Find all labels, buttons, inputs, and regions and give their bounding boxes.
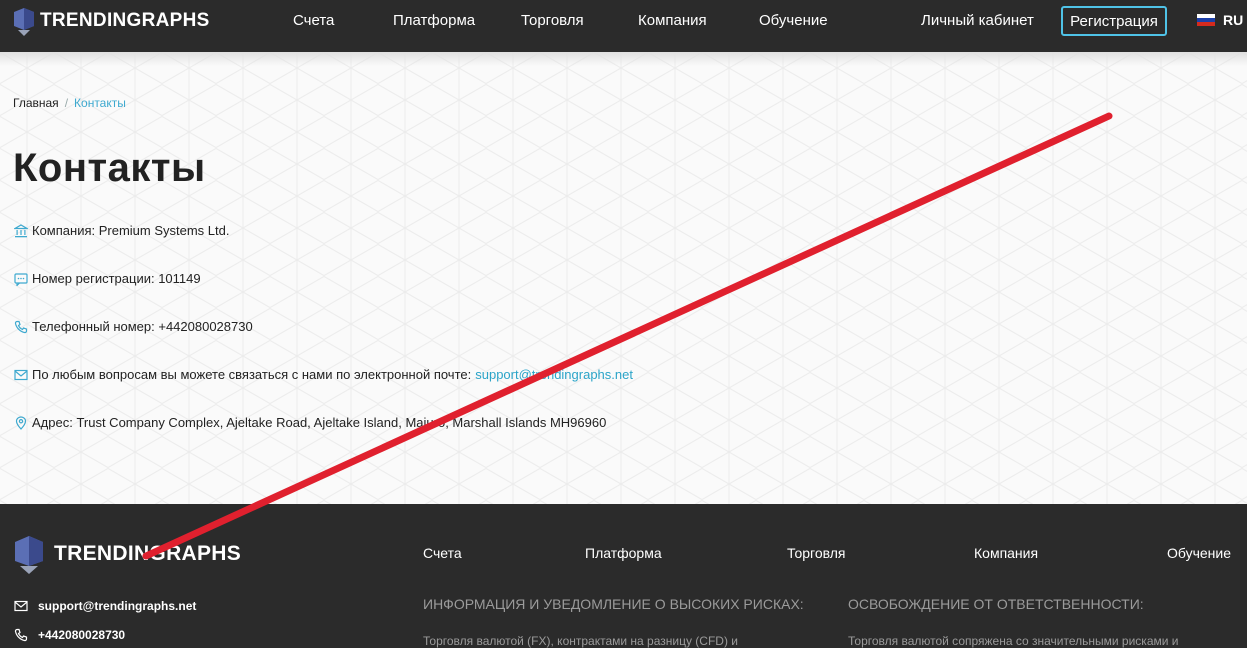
footer-nav-trading[interactable]: Торговля <box>787 545 845 561</box>
contacts-section: Главная / Контакты Контакты Компания: Prem… <box>0 52 1247 504</box>
email-link[interactable]: support@trendingraphs.net <box>475 367 633 382</box>
breadcrumb-home[interactable]: Главная <box>13 96 59 110</box>
mail-icon <box>14 369 28 380</box>
footer-phone: +442080028730 <box>38 628 126 642</box>
russia-flag-icon <box>1197 14 1215 26</box>
company-row: Компания: Premium Systems Ltd. <box>14 223 229 238</box>
page-title: Контакты <box>13 146 206 190</box>
footer-nav-company[interactable]: Компания <box>974 545 1038 561</box>
footer-phone-icon <box>14 628 28 642</box>
footer-nav-accounts[interactable]: Счета <box>423 545 462 561</box>
header-shadow <box>0 52 1247 66</box>
logo-mark-icon <box>14 8 34 36</box>
email-prompt-text: По любым вопросам вы можете связаться с … <box>32 367 472 382</box>
address-row: Адрес: Trust Company Complex, Ajeltake R… <box>14 415 606 430</box>
phone-icon <box>14 320 28 333</box>
footer-email-row[interactable]: support@trendingraphs.net <box>14 599 196 613</box>
footer-mail-icon <box>14 600 28 612</box>
footer: TRENDINGRAPHS Счета Платформа Торговля К… <box>0 504 1247 648</box>
address-text: Адрес: Trust Company Complex, Ajeltake R… <box>32 415 607 430</box>
footer-logo-text: TRENDINGRAPHS <box>54 542 242 565</box>
top-navbar: TRENDINGRAPHS Счета Платформа Торговля К… <box>0 0 1247 52</box>
risk-text: Торговля валютой (FX), контрактами на ра… <box>423 634 738 648</box>
breadcrumb: Главная / Контакты <box>13 96 126 110</box>
bank-icon <box>14 223 28 237</box>
disclaimer-text: Торговля валютой сопряжена со значительн… <box>848 634 1179 648</box>
location-pin-icon <box>15 415 27 430</box>
message-icon <box>14 272 28 286</box>
nav-company[interactable]: Компания <box>638 12 707 30</box>
logo[interactable]: TRENDINGRAPHS <box>12 6 210 36</box>
footer-logo-mark-icon <box>15 536 43 574</box>
nav-trading[interactable]: Торговля <box>521 12 584 30</box>
footer-nav-platform[interactable]: Платформа <box>585 545 662 561</box>
email-row: По любым вопросам вы можете связаться с … <box>14 367 633 382</box>
registration-row: Номер регистрации: 101149 <box>14 271 201 286</box>
footer-phone-row[interactable]: +442080028730 <box>14 628 125 642</box>
footer-logo[interactable]: TRENDINGRAPHS <box>12 534 241 574</box>
personal-cabinet-link[interactable]: Личный кабинет <box>921 12 1034 30</box>
nav-platform[interactable]: Платформа <box>393 12 475 30</box>
nav-education[interactable]: Обучение <box>759 12 828 30</box>
language-label: RU <box>1223 12 1244 28</box>
footer-email: support@trendingraphs.net <box>38 599 197 613</box>
risk-heading: ИНФОРМАЦИЯ И УВЕДОМЛЕНИЕ О ВЫСОКИХ РИСКА… <box>423 596 804 612</box>
disclaimer-heading: ОСВОБОЖДЕНИЕ ОТ ОТВЕТСТВЕННОСТИ: <box>848 596 1144 612</box>
language-selector[interactable]: RU <box>1197 12 1243 28</box>
company-text: Компания: Premium Systems Ltd. <box>32 223 230 238</box>
registration-text: Номер регистрации: 101149 <box>32 271 201 286</box>
phone-text: Телефонный номер: +442080028730 <box>32 319 253 334</box>
nav-accounts[interactable]: Счета <box>293 12 334 30</box>
phone-row: Телефонный номер: +442080028730 <box>14 319 253 334</box>
register-button[interactable]: Регистрация <box>1061 6 1167 36</box>
breadcrumb-current: Контакты <box>74 96 126 110</box>
breadcrumb-separator: / <box>64 96 69 110</box>
logo-text: TRENDINGRAPHS <box>40 10 210 31</box>
footer-nav-education[interactable]: Обучение <box>1167 545 1231 561</box>
